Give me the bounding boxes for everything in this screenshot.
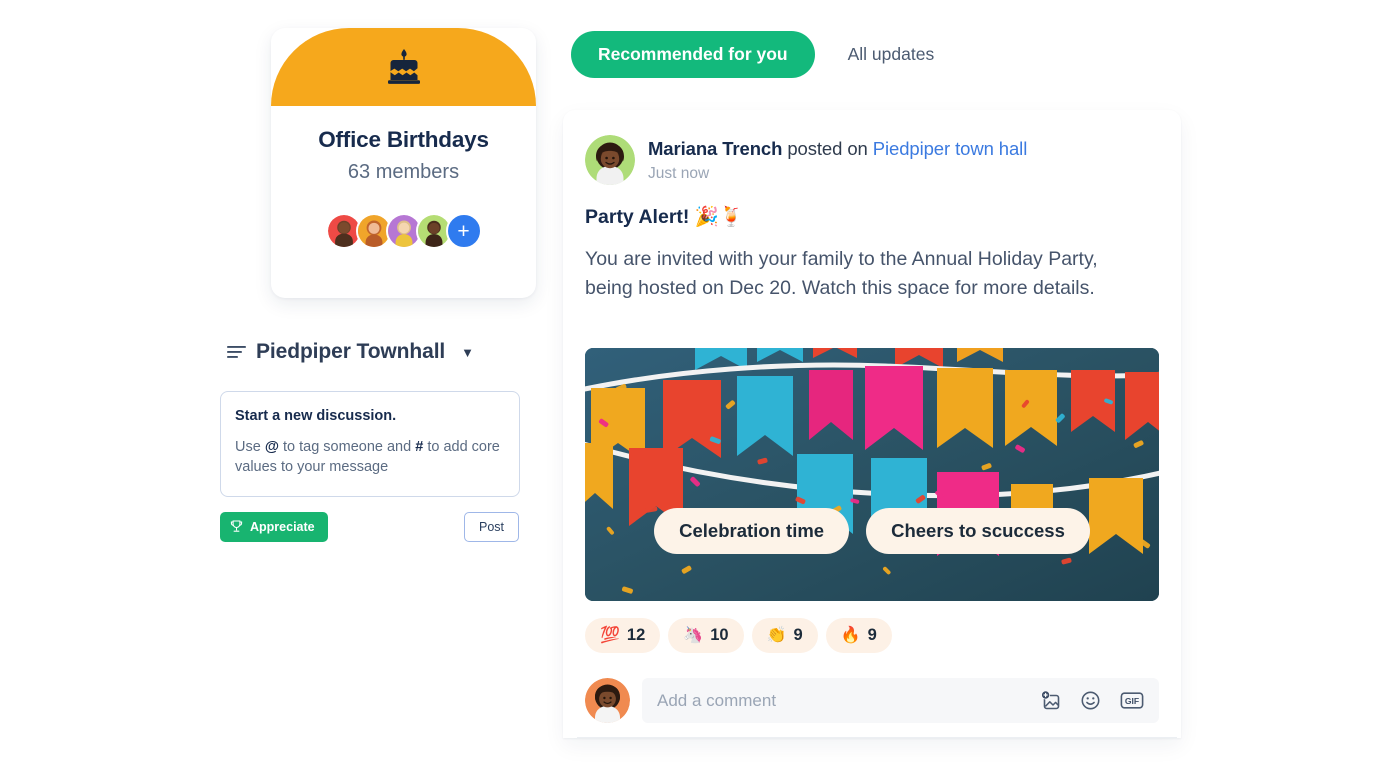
post-button[interactable]: Post: [464, 512, 519, 542]
group-avatar-row: +: [271, 213, 536, 249]
gif-icon[interactable]: GIF: [1120, 691, 1144, 710]
post-meta: Mariana Trench posted on Piedpiper town …: [648, 138, 1027, 160]
hint-prefix: Use: [235, 439, 265, 455]
post-banner-image[interactable]: Celebration time Cheers to scuccess: [585, 348, 1159, 601]
avatar[interactable]: [585, 678, 630, 723]
birthday-cake-icon: [387, 49, 420, 84]
group-card: Office Birthdays 63 members +: [271, 28, 536, 298]
post-action: posted on: [782, 138, 873, 159]
reaction-clap[interactable]: 👏 9: [751, 618, 818, 653]
post-channel-link[interactable]: Piedpiper town hall: [873, 138, 1028, 159]
appreciate-label: Appreciate: [250, 520, 315, 534]
hint-at-symbol: @: [264, 439, 279, 455]
reaction-fire[interactable]: 🔥 9: [825, 618, 892, 653]
group-name: Office Birthdays: [318, 127, 489, 152]
banner-pill-row: Celebration time Cheers to scuccess: [585, 508, 1159, 554]
reaction-row: 💯 12 🦄 10 👏 9 🔥 9: [585, 618, 892, 653]
chevron-down-icon[interactable]: ▼: [461, 345, 474, 360]
hint-mid: to tag someone and: [278, 439, 416, 455]
townhall-header[interactable]: Piedpiper Townhall ▼: [227, 340, 474, 364]
post-header-text: Mariana Trench posted on Piedpiper town …: [648, 135, 1027, 185]
reaction-unicorn[interactable]: 🦄 10: [668, 618, 744, 653]
comment-icon-group: GIF: [1040, 690, 1144, 711]
svg-text:GIF: GIF: [1125, 696, 1139, 706]
composer-hint: Use @ to tag someone and # to add core v…: [235, 437, 503, 477]
add-photo-icon[interactable]: [1040, 690, 1061, 711]
avatar[interactable]: [585, 135, 635, 185]
group-member-count: 63 members: [347, 161, 460, 183]
reaction-hundred[interactable]: 💯 12: [585, 618, 661, 653]
emoji-smiley-icon[interactable]: [1080, 690, 1101, 711]
bunting-illustration: [585, 348, 1159, 601]
reaction-count: 12: [626, 626, 646, 644]
unicorn-emoji-icon: 🦄: [683, 626, 704, 644]
tab-all-updates[interactable]: All updates: [834, 31, 949, 78]
app-root: Office Birthdays 63 members + Piedpiper …: [0, 0, 1384, 778]
post-title: Party Alert! 🎉🍹: [585, 206, 744, 228]
post-timestamp: Just now: [648, 165, 710, 182]
banner-pill-celebration-time[interactable]: Celebration time: [654, 508, 850, 554]
reaction-count: 9: [793, 626, 803, 644]
comment-input[interactable]: [657, 690, 1040, 711]
list-icon: [227, 346, 246, 358]
hundred-emoji-icon: 💯: [600, 626, 620, 644]
post-header: Mariana Trench posted on Piedpiper town …: [585, 135, 1027, 185]
post-bottom-divider: [577, 737, 1177, 738]
discussion-composer[interactable]: Start a new discussion. Use @ to tag som…: [220, 391, 520, 497]
clap-emoji-icon: 👏: [766, 626, 787, 644]
comment-input-box[interactable]: GIF: [642, 678, 1159, 723]
post-body: You are invited with your family to the …: [585, 248, 1098, 300]
tab-recommended-for-you[interactable]: Recommended for you: [571, 31, 815, 78]
post-card: Mariana Trench posted on Piedpiper town …: [563, 110, 1181, 738]
appreciate-button[interactable]: Appreciate: [220, 512, 328, 542]
reaction-count: 10: [710, 626, 729, 644]
feed-tabs: Recommended for you All updates: [571, 31, 948, 78]
left-column: Office Birthdays 63 members + Piedpiper …: [0, 0, 563, 778]
post-author: Mariana Trench: [648, 138, 783, 159]
group-cover: [271, 28, 536, 106]
reaction-count: 9: [867, 626, 877, 644]
trophy-icon: [230, 520, 243, 532]
banner-pill-cheers-to-success[interactable]: Cheers to scuccess: [866, 508, 1090, 554]
townhall-title: Piedpiper Townhall: [256, 340, 446, 363]
comment-row: GIF: [585, 678, 1159, 723]
fire-emoji-icon: 🔥: [840, 626, 861, 644]
composer-title: Start a new discussion.: [235, 408, 397, 424]
add-member-button[interactable]: +: [445, 213, 482, 249]
